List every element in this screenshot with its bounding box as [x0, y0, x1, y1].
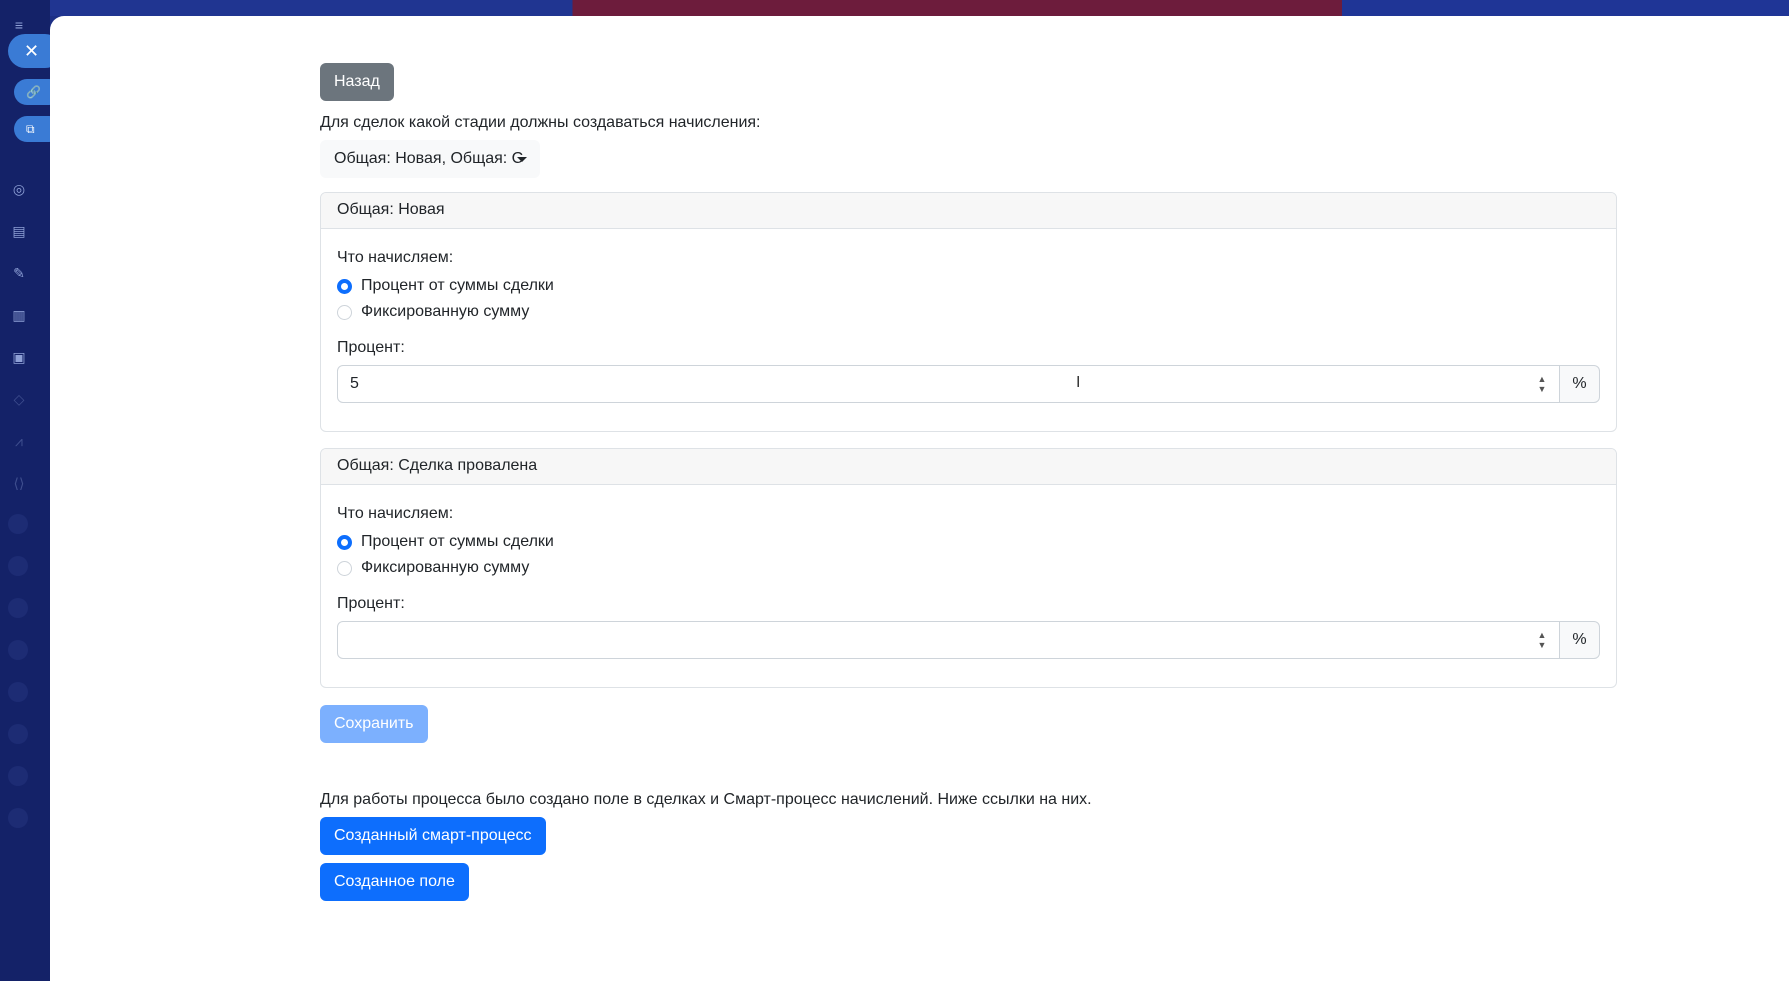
settings-form: Назад Для сделок какой стадии должны соз…: [320, 63, 1617, 901]
radio-checked-icon[interactable]: [337, 534, 352, 550]
percent-unit: %: [1560, 365, 1600, 403]
radio-checked-icon[interactable]: [337, 278, 352, 294]
radio-option-fixed[interactable]: Фиксированную сумму: [337, 555, 1600, 581]
code-icon: ⟨⟩: [13, 475, 25, 491]
avatar: [8, 724, 28, 744]
avatar: [8, 514, 28, 534]
close-icon: ✕: [24, 41, 40, 61]
stage-prompt: Для сделок какой стадии должны создавать…: [320, 114, 761, 131]
stage-select-value: Общая: Новая, Общая: С: [334, 150, 524, 167]
save-button[interactable]: Сохранить: [320, 705, 428, 743]
avatar: [8, 556, 28, 576]
radio-unchecked-icon[interactable]: [337, 560, 352, 576]
chart-icon: ▥: [12, 307, 26, 323]
what-label: Что начисляем:: [337, 249, 454, 266]
avatar: [8, 808, 28, 828]
radio-label: Процент от суммы сделки: [361, 277, 554, 294]
document-icon: ▤: [12, 223, 26, 239]
menu-icon: ≡: [14, 17, 24, 33]
radio-option-percent[interactable]: Процент от суммы сделки: [337, 273, 1600, 299]
stepper-icon[interactable]: ▲ ▼: [1537, 630, 1547, 650]
back-button[interactable]: Назад: [320, 63, 394, 101]
avatar: [8, 766, 28, 786]
radio-label: Процент от суммы сделки: [361, 533, 554, 550]
percent-input-group: ▲ ▼ %: [337, 621, 1600, 659]
text-cursor-icon: I: [1076, 374, 1081, 391]
market-icon: ⩘: [15, 433, 23, 449]
stage-card-new: Общая: Новая Что начисляем: Процент от с…: [320, 192, 1617, 432]
field-link-button[interactable]: Созданное поле: [320, 863, 469, 901]
card-title: Общая: Новая: [321, 193, 1616, 229]
percent-label: Процент:: [337, 339, 405, 356]
percent-value: 5: [350, 375, 359, 392]
news-icon: ▣: [12, 349, 26, 365]
radio-unchecked-icon[interactable]: [337, 304, 352, 320]
pen-icon: ✎: [13, 265, 25, 281]
link-icon: 🔗: [26, 85, 41, 99]
what-label: Что начисляем:: [337, 505, 454, 522]
caret-down-icon: [517, 157, 527, 162]
external-link-icon: ⧉: [26, 122, 35, 136]
info-text: Для работы процесса было создано поле в …: [320, 791, 1092, 808]
smart-process-link-button[interactable]: Созданный смарт-процесс: [320, 817, 546, 855]
percent-input-group: 5 ▲ ▼ %: [337, 365, 1600, 403]
background-header: [0, 0, 1789, 16]
avatar: [8, 682, 28, 702]
radio-label: Фиксированную сумму: [361, 559, 530, 576]
stepper-icon[interactable]: ▲ ▼: [1537, 374, 1547, 394]
background-sidebar: ≡ ◎ ▤ ✎ ▥ ▣ ◇ ⩘ ⟨⟩: [0, 0, 50, 981]
percent-label: Процент:: [337, 595, 405, 612]
avatar: [8, 640, 28, 660]
radio-option-percent[interactable]: Процент от суммы сделки: [337, 529, 1600, 555]
stage-card-lost: Общая: Сделка провалена Что начисляем: П…: [320, 448, 1617, 688]
percent-input[interactable]: ▲ ▼: [337, 621, 1560, 659]
box-icon: ◇: [13, 391, 25, 407]
percent-unit: %: [1560, 621, 1600, 659]
radio-label: Фиксированную сумму: [361, 303, 530, 320]
slider-panel: Назад Для сделок какой стадии должны соз…: [50, 16, 1789, 981]
target-icon: ◎: [12, 181, 26, 197]
stage-select-dropdown[interactable]: Общая: Новая, Общая: С: [320, 140, 540, 178]
percent-input[interactable]: 5 ▲ ▼: [337, 365, 1560, 403]
card-title: Общая: Сделка провалена: [321, 449, 1616, 485]
avatar: [8, 598, 28, 618]
radio-option-fixed[interactable]: Фиксированную сумму: [337, 299, 1600, 325]
